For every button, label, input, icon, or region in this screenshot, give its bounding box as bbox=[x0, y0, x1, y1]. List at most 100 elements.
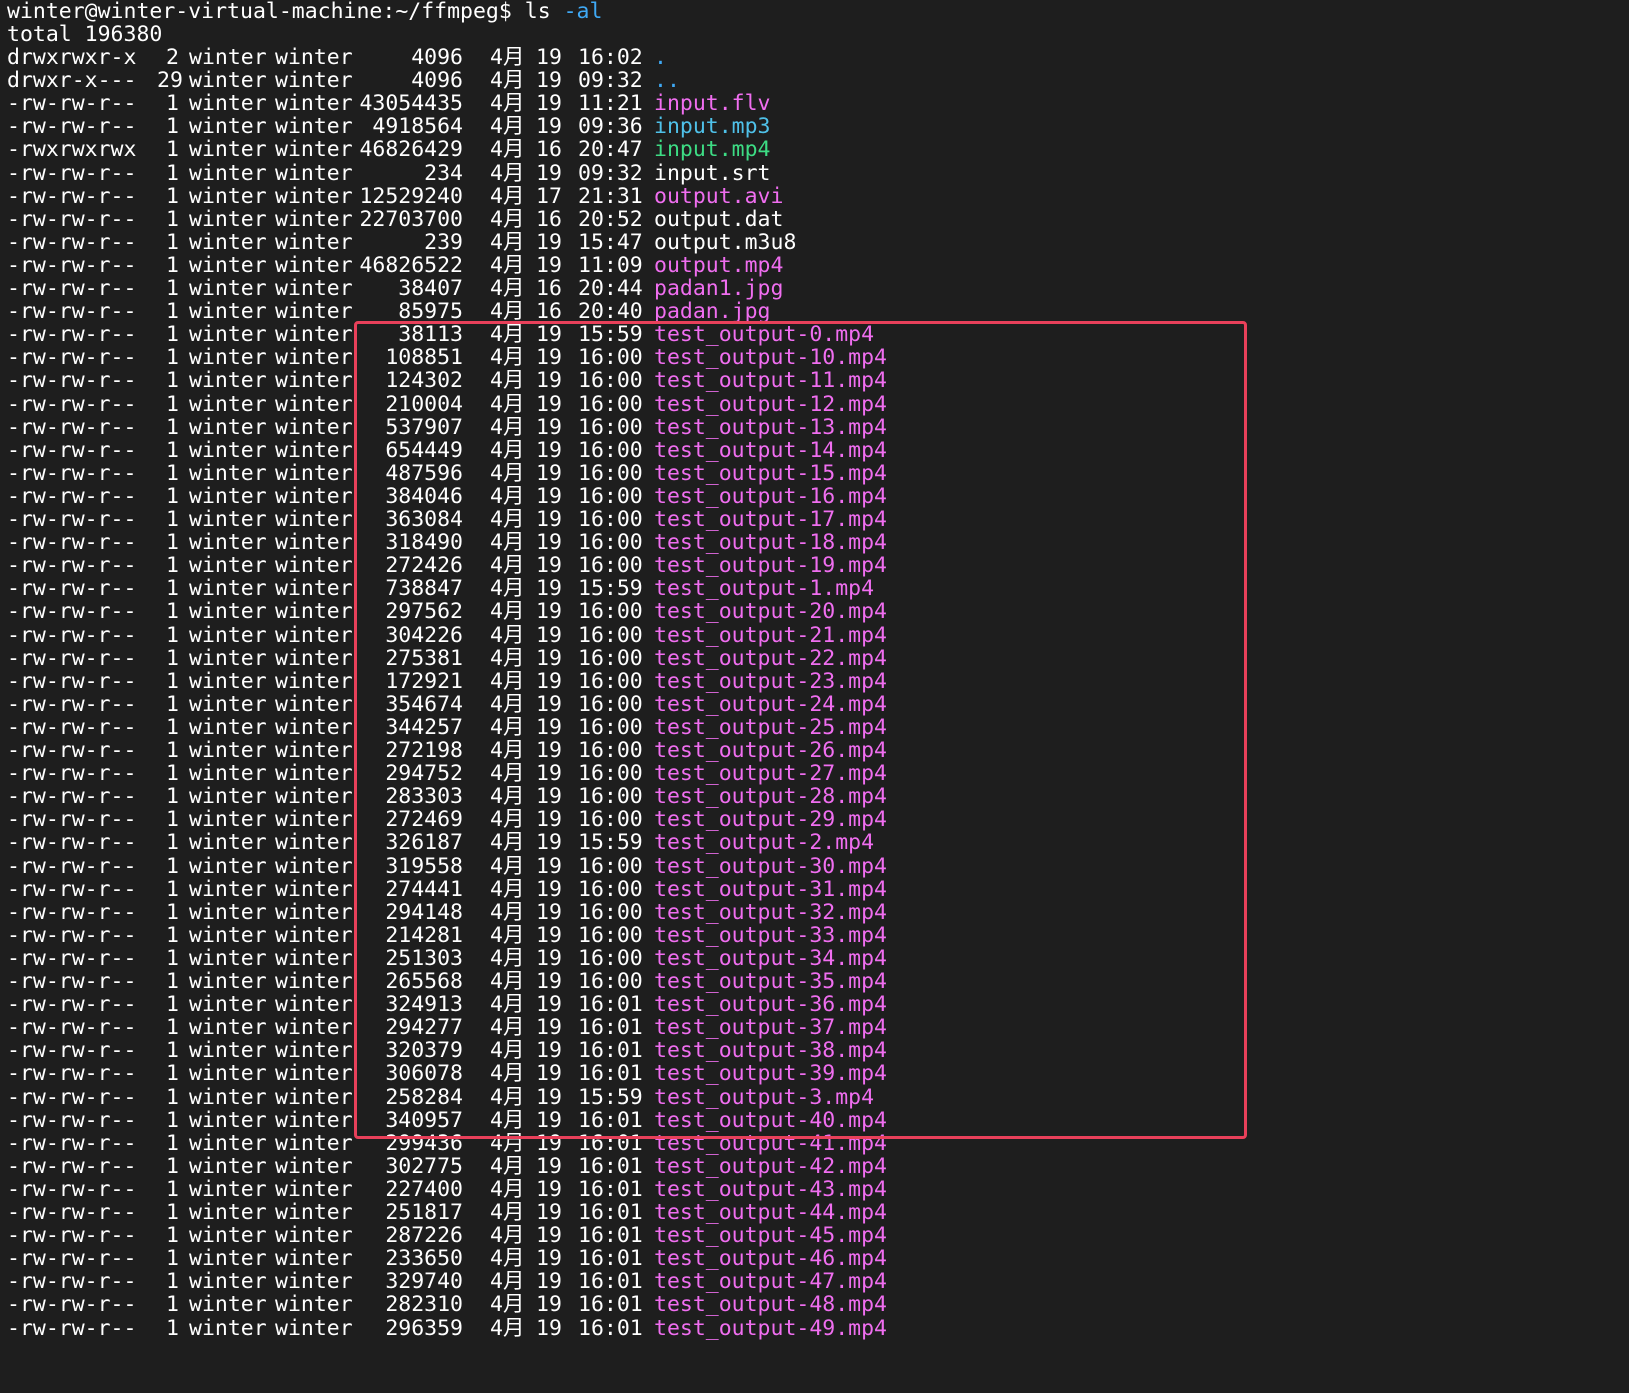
file-name: . bbox=[654, 45, 667, 70]
file-name: test_output-10.mp4 bbox=[654, 345, 887, 371]
file-month: 4月 bbox=[490, 183, 525, 209]
file-permissions: -rwxrwxrwx bbox=[7, 137, 137, 163]
file-month: 4月 bbox=[490, 830, 525, 856]
file-owner: winter bbox=[189, 368, 267, 394]
file-day: 19 bbox=[536, 483, 562, 509]
file-group: winter bbox=[275, 1200, 353, 1225]
file-month: 4月 bbox=[490, 761, 525, 787]
file-owner: winter bbox=[189, 252, 267, 278]
file-permissions: -rw-rw-r-- bbox=[7, 622, 137, 648]
file-group: winter bbox=[275, 992, 353, 1018]
file-month: 4月 bbox=[490, 784, 525, 810]
terminal-window[interactable]: winter@winter-virtual-machine:~/ffmpeg$ … bbox=[0, 0, 1629, 1393]
file-name: test_output-39.mp4 bbox=[654, 1061, 887, 1087]
link-count: 1 bbox=[166, 1176, 179, 1202]
file-size: 487596 bbox=[385, 460, 463, 486]
file-owner: winter bbox=[189, 229, 267, 255]
file-name: test_output-13.mp4 bbox=[654, 414, 887, 440]
file-permissions: -rw-rw-r-- bbox=[7, 183, 137, 209]
file-size: 214281 bbox=[385, 922, 463, 948]
link-count: 1 bbox=[166, 922, 179, 948]
file-day: 19 bbox=[536, 414, 562, 440]
file-month: 4月 bbox=[490, 853, 525, 879]
file-size: 318490 bbox=[385, 530, 463, 556]
file-group: winter bbox=[275, 922, 353, 948]
file-size: 272469 bbox=[385, 807, 463, 833]
file-size: 4096 bbox=[411, 45, 463, 70]
file-time: 16:01 bbox=[578, 1292, 643, 1318]
file-group: winter bbox=[275, 668, 353, 694]
link-count: 1 bbox=[166, 738, 179, 763]
file-permissions: -rw-rw-r-- bbox=[7, 391, 137, 417]
file-group: winter bbox=[275, 784, 353, 810]
file-owner: winter bbox=[189, 622, 267, 648]
file-month: 4月 bbox=[490, 68, 525, 94]
file-size: 294148 bbox=[385, 899, 463, 925]
file-owner: winter bbox=[189, 1061, 267, 1087]
file-day: 19 bbox=[536, 876, 562, 902]
file-permissions: -rw-rw-r-- bbox=[7, 807, 137, 833]
file-owner: winter bbox=[189, 645, 267, 671]
file-month: 4月 bbox=[490, 1200, 525, 1225]
file-owner: winter bbox=[189, 345, 267, 371]
file-day: 19 bbox=[536, 645, 562, 671]
file-group: winter bbox=[275, 714, 353, 740]
file-month: 4月 bbox=[490, 91, 525, 117]
command-line: winter@winter-virtual-machine:~/ffmpeg$ … bbox=[7, 0, 602, 24]
file-month: 4月 bbox=[490, 1315, 525, 1341]
file-owner: winter bbox=[189, 483, 267, 509]
file-permissions: -rw-rw-r-- bbox=[7, 645, 137, 671]
file-month: 4月 bbox=[490, 1292, 525, 1318]
file-size: 294277 bbox=[385, 1015, 463, 1041]
file-size: 283303 bbox=[385, 784, 463, 810]
file-name: test_output-20.mp4 bbox=[654, 599, 887, 625]
link-count: 1 bbox=[166, 853, 179, 879]
file-month: 4月 bbox=[490, 252, 525, 278]
file-day: 19 bbox=[536, 1153, 562, 1179]
link-count: 1 bbox=[166, 714, 179, 740]
file-size: 319558 bbox=[385, 853, 463, 879]
file-group: winter bbox=[275, 576, 353, 602]
file-permissions: -rw-rw-r-- bbox=[7, 553, 137, 579]
file-group: winter bbox=[275, 252, 353, 278]
link-count: 1 bbox=[166, 1269, 179, 1295]
file-month: 4月 bbox=[490, 1015, 525, 1041]
file-name: test_output-22.mp4 bbox=[654, 645, 887, 671]
file-permissions: -rw-rw-r-- bbox=[7, 899, 137, 925]
command-text: ls bbox=[524, 0, 551, 24]
file-month: 4月 bbox=[490, 1246, 525, 1272]
link-count: 1 bbox=[166, 137, 179, 163]
file-day: 19 bbox=[536, 1061, 562, 1087]
file-name: test_output-26.mp4 bbox=[654, 738, 887, 763]
file-permissions: -rw-rw-r-- bbox=[7, 738, 137, 763]
file-permissions: -rw-rw-r-- bbox=[7, 206, 137, 232]
file-month: 4月 bbox=[490, 460, 525, 486]
file-permissions: -rw-rw-r-- bbox=[7, 691, 137, 717]
file-day: 19 bbox=[536, 969, 562, 994]
file-name: test_output-49.mp4 bbox=[654, 1315, 887, 1341]
file-group: winter bbox=[275, 830, 353, 856]
file-owner: winter bbox=[189, 68, 267, 94]
file-size: 340957 bbox=[385, 1107, 463, 1133]
file-name: padan1.jpg bbox=[654, 276, 784, 301]
file-name: test_output-35.mp4 bbox=[654, 969, 887, 994]
file-day: 19 bbox=[536, 345, 562, 371]
link-count: 1 bbox=[166, 252, 179, 278]
file-owner: winter bbox=[189, 899, 267, 925]
file-month: 4月 bbox=[490, 922, 525, 948]
file-time: 16:00 bbox=[578, 853, 643, 879]
file-time: 16:01 bbox=[578, 1153, 643, 1179]
file-name: test_output-24.mp4 bbox=[654, 691, 887, 717]
link-count: 1 bbox=[166, 553, 179, 579]
file-day: 19 bbox=[536, 252, 562, 278]
file-permissions: -rw-rw-r-- bbox=[7, 1153, 137, 1179]
file-month: 4月 bbox=[490, 414, 525, 440]
file-group: winter bbox=[275, 691, 353, 717]
file-day: 19 bbox=[536, 1223, 562, 1249]
file-permissions: -rw-rw-r-- bbox=[7, 576, 137, 602]
link-count: 1 bbox=[166, 1061, 179, 1087]
file-owner: winter bbox=[189, 807, 267, 833]
file-size: 4096 bbox=[411, 68, 463, 94]
file-size: 329740 bbox=[385, 1269, 463, 1295]
file-name: test_output-27.mp4 bbox=[654, 761, 887, 787]
